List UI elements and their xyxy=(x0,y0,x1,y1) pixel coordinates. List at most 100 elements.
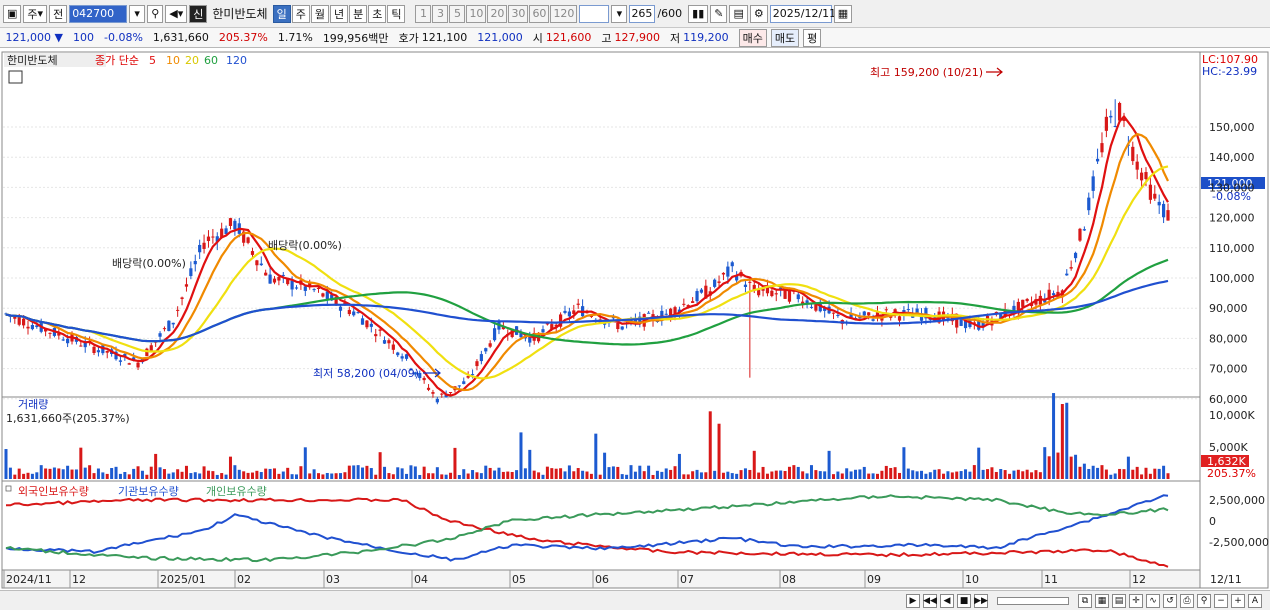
calendar-icon[interactable]: ▦ xyxy=(833,4,853,23)
volume-bar xyxy=(444,474,448,479)
prev-button[interactable]: 전 xyxy=(49,4,68,23)
sound-icon[interactable]: ◀▾ xyxy=(165,4,188,23)
interval-button-60[interactable]: 60 xyxy=(529,4,550,23)
x-axis-label: 06 xyxy=(595,573,609,586)
tab-4[interactable]: 분 xyxy=(349,4,368,23)
period-type-select[interactable]: 주 ▾ xyxy=(23,4,48,23)
price-y-tick: 140,000 xyxy=(1209,151,1255,164)
rewind-icon[interactable]: ◀◀ xyxy=(923,593,937,608)
volume-bar xyxy=(180,471,184,479)
interval-button-120[interactable]: 120 xyxy=(550,4,578,23)
volume-bar xyxy=(884,465,888,479)
ma-period-120: 120 xyxy=(226,54,247,67)
volume-bar xyxy=(176,469,180,479)
tab-1[interactable]: 주 xyxy=(291,4,310,23)
fast-forward-icon[interactable]: ▶▶ xyxy=(974,593,988,608)
step-back-icon[interactable]: ◀ xyxy=(940,593,954,608)
volume-bar xyxy=(1131,469,1135,479)
volume-bar xyxy=(409,465,413,479)
volume-bar xyxy=(158,467,162,479)
tab-2[interactable]: 월 xyxy=(310,4,329,23)
grid-icon[interactable]: ▤ xyxy=(1112,593,1126,608)
table-icon[interactable] xyxy=(8,70,23,84)
interval-button-10[interactable]: 10 xyxy=(466,4,487,23)
stock-chart[interactable]: 한미반도체 종가 단순 5 10 20 60 120 LC:107.90 HC:… xyxy=(0,48,1270,590)
volume-bar xyxy=(743,468,747,479)
volume-bar xyxy=(559,468,563,479)
volume-bar xyxy=(96,468,100,479)
interval-button-20[interactable]: 20 xyxy=(487,4,508,23)
candle-type-icon[interactable]: ▮▮ xyxy=(688,4,709,23)
volume-bar xyxy=(79,447,83,479)
candle-body xyxy=(92,346,96,353)
search-icon[interactable]: ⚲ xyxy=(147,4,164,23)
volume-bar xyxy=(1047,456,1051,479)
play-icon[interactable]: ▶ xyxy=(906,593,920,608)
interval-dropdown-icon[interactable]: ▾ xyxy=(611,4,628,23)
copy-icon[interactable]: ⧉ xyxy=(1078,593,1092,608)
volume-bar xyxy=(162,469,166,479)
quote-bar: 121,000 ▼ 100 -0.08% 1,631,660 205.37% 1… xyxy=(0,28,1270,48)
volume-bar xyxy=(136,466,140,479)
candle-body xyxy=(338,306,343,311)
zoom-icon[interactable]: ⚲ xyxy=(1197,593,1211,608)
bid-price: 121,000 xyxy=(477,31,523,44)
font-size-icon[interactable]: A xyxy=(1248,593,1262,608)
stock-code-input[interactable]: 042700 xyxy=(69,4,128,23)
candle-body xyxy=(1153,193,1157,199)
change-percent: -0.08% xyxy=(104,31,143,44)
date-input[interactable]: 2025/12/11 xyxy=(769,4,836,23)
volume-bar xyxy=(70,469,74,479)
tab-0[interactable]: 일 xyxy=(272,4,291,23)
settings-gear-icon[interactable]: ⚙ xyxy=(749,4,768,23)
period-tabs: 일주월년분초틱 xyxy=(272,4,406,23)
tab-3[interactable]: 년 xyxy=(329,4,349,23)
candle-body xyxy=(1117,102,1122,121)
interval-input[interactable] xyxy=(579,4,610,23)
sell-button[interactable]: 매도 xyxy=(770,28,800,47)
tab-5[interactable]: 초 xyxy=(368,4,387,23)
save-icon[interactable]: ▤ xyxy=(729,4,748,23)
volume-bar xyxy=(325,472,329,479)
print-icon[interactable]: ⎙ xyxy=(1180,593,1194,608)
volume-bar xyxy=(303,447,307,479)
candle-body xyxy=(884,309,888,311)
volume-bar xyxy=(343,472,347,479)
stop-icon[interactable]: ■ xyxy=(957,593,971,608)
eval-button[interactable]: 평 xyxy=(803,28,822,47)
interval-button-1[interactable]: 1 xyxy=(415,4,432,23)
volume-bar xyxy=(977,447,981,479)
volume-tag-pct: 205.37% xyxy=(1207,467,1256,480)
scroll-slider[interactable] xyxy=(997,596,1069,605)
candle-body xyxy=(862,311,866,316)
tab-6[interactable]: 틱 xyxy=(387,4,406,23)
volume-bar xyxy=(792,465,796,479)
volume-bar xyxy=(510,471,514,479)
interval-button-3[interactable]: 3 xyxy=(432,4,449,23)
count-input[interactable]: 265 xyxy=(629,4,656,23)
zoom-in-icon[interactable]: + xyxy=(1231,593,1245,608)
candle-body xyxy=(726,266,730,277)
draw-tool-icon[interactable]: ✎ xyxy=(710,4,728,23)
x-axis-label: 10 xyxy=(965,573,979,586)
buy-button[interactable]: 매수 xyxy=(738,28,767,47)
ma-period-20: 20 xyxy=(185,54,199,67)
interval-button-5[interactable]: 5 xyxy=(449,4,466,23)
volume-bar xyxy=(189,473,193,479)
line-tool-icon[interactable]: ∿ xyxy=(1146,593,1160,608)
interval-button-30[interactable]: 30 xyxy=(508,4,529,23)
layout-toggle-icon[interactable]: ▦ xyxy=(1095,593,1109,608)
rotate-icon[interactable]: ↺ xyxy=(1163,593,1177,608)
x-axis-label: 09 xyxy=(867,573,881,586)
layout-icon[interactable]: ▣ xyxy=(3,4,22,23)
crosshair-icon[interactable]: ✛ xyxy=(1129,593,1143,608)
volume-bar xyxy=(1166,473,1170,479)
candle-body xyxy=(246,237,250,243)
candle-body xyxy=(79,345,83,347)
volume-bar xyxy=(193,472,197,479)
code-dropdown-icon[interactable]: ▾ xyxy=(129,4,146,23)
volume-bar xyxy=(1140,474,1144,479)
volume-y-tick: 5,000K xyxy=(1209,441,1248,454)
zoom-out-icon[interactable]: − xyxy=(1214,593,1228,608)
ask-price: 121,100 xyxy=(421,31,468,44)
